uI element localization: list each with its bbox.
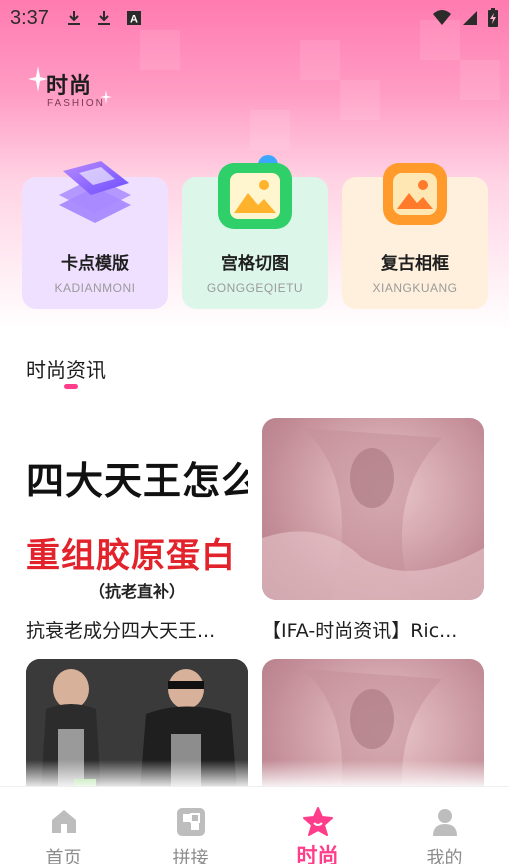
status-time: 3:37 — [10, 6, 49, 29]
feature-subtitle: GONGGEQIETU — [206, 281, 304, 295]
sparkle-icon — [100, 90, 112, 104]
news-caption: 【IFA-时尚资讯】Ric... — [262, 620, 458, 642]
nav-label: 拼接 — [172, 848, 209, 864]
download-icon — [67, 11, 80, 25]
feature-card-xiangkuang[interactable]: 复古相框 XIANGKUANG — [342, 163, 488, 309]
a-box-icon: A — [126, 11, 141, 26]
feature-title: 复古相框 — [381, 254, 449, 274]
nav-collage[interactable]: 拼接 — [127, 787, 254, 864]
wifi-icon — [433, 10, 451, 25]
sparkle-icon — [28, 66, 48, 92]
home-icon — [51, 810, 76, 833]
news-card[interactable]: 四大天王怎么 重组胶原蛋白 （抗老直补） 抗衰老成分四大天王... — [26, 418, 248, 643]
feature-card-gongge[interactable]: 宫格切图 GONGGEQIETU — [182, 155, 328, 309]
nav-profile[interactable]: 我的 — [381, 787, 508, 864]
feature-title: 卡点模版 — [61, 254, 129, 274]
nav-label: 首页 — [45, 848, 82, 864]
news-caption: 抗衰老成分四大天王... — [26, 620, 216, 642]
user-icon — [432, 809, 457, 836]
news-thumbnail — [262, 418, 484, 600]
battery-charging-icon — [488, 8, 498, 27]
brand-title: 时尚 — [46, 74, 93, 99]
svg-text:A: A — [130, 14, 138, 26]
nav-home[interactable]: 首页 — [0, 787, 127, 864]
feature-card-kadian[interactable]: 卡点模版 KADIANMONI — [22, 161, 168, 309]
section-title: 时尚资讯 — [26, 358, 106, 382]
bottom-navigation: 首页 拼接 时尚 我的 — [0, 786, 509, 864]
news-card[interactable]: 【IFA-时尚资讯】Ric... — [262, 418, 484, 643]
download-icon — [97, 11, 110, 25]
section-underline — [64, 384, 78, 389]
feature-title: 宫格切图 — [221, 254, 289, 274]
signal-icon — [463, 11, 477, 25]
news-thumbnail: 四大天王怎么 重组胶原蛋白 （抗老直补） — [26, 418, 248, 600]
photo-frame-icon — [383, 163, 447, 225]
stack-cards-icon — [59, 161, 131, 223]
feature-cards: 卡点模版 KADIANMONI 宫格切图 GONGGEQIETU 复古相框 XI… — [22, 155, 490, 310]
nav-fashion[interactable]: 时尚 — [254, 787, 381, 864]
collage-icon — [176, 808, 205, 836]
star-icon — [302, 807, 333, 836]
nav-label: 我的 — [426, 848, 463, 864]
fabric-photo — [262, 428, 484, 600]
thumbnail-note: （抗老直补） — [88, 582, 185, 600]
grid-image-icon — [218, 155, 292, 229]
status-bar: 3:37 A — [0, 0, 509, 36]
feature-subtitle: XIANGKUANG — [372, 281, 458, 295]
feature-subtitle: KADIANMONI — [54, 281, 136, 295]
thumbnail-subheadline: 重组胶原蛋白 — [26, 536, 236, 576]
nav-label: 时尚 — [296, 844, 339, 864]
brand-logo: 时尚 FASHION — [28, 66, 112, 109]
thumbnail-headline: 四大天王怎么 — [26, 459, 248, 503]
brand-subtitle: FASHION — [47, 98, 105, 109]
